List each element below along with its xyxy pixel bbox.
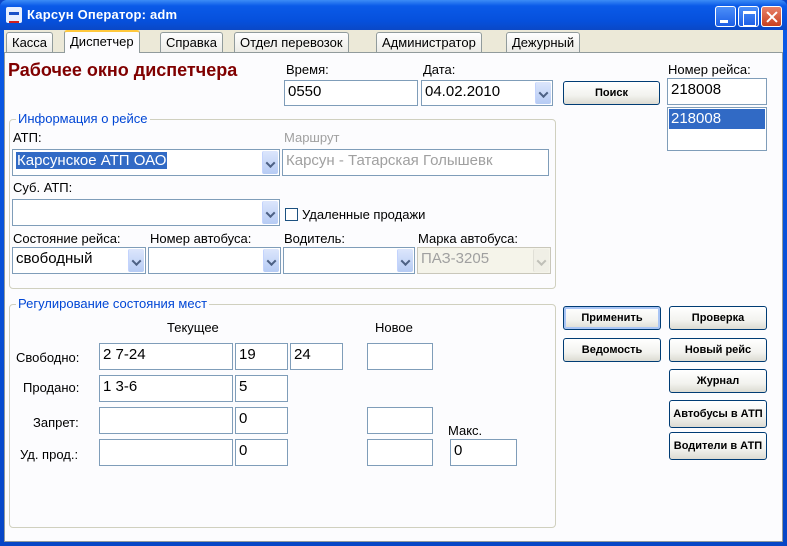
sold-label: Продано: — [23, 380, 80, 395]
banned-seats-list[interactable] — [99, 407, 233, 434]
bus-number-label: Номер автобуса: — [150, 231, 252, 246]
remote-seats-list[interactable] — [99, 439, 233, 466]
remote-seats-new[interactable] — [367, 439, 433, 466]
window-title: Карсун Оператор: adm — [27, 7, 178, 22]
title-bar[interactable]: Карсун Оператор: adm — [0, 0, 787, 30]
search-button[interactable]: Поиск — [563, 81, 660, 105]
dispatcher-tab-page: Рабочее окно диспетчера Время: 0550 Дата… — [4, 52, 783, 542]
remote-sales-label[interactable]: Удаленные продажи — [302, 207, 425, 222]
free-label: Свободно: — [16, 350, 80, 365]
bus-brand-label: Марка автобуса: — [418, 231, 518, 246]
chevron-down-icon — [533, 249, 549, 272]
sub-atp-select[interactable] — [12, 199, 280, 226]
seat-regulation-title: Регулирование состояния мест — [16, 296, 210, 311]
atp-value: Карсунское АТП ОАО — [16, 152, 168, 169]
new-trip-button[interactable]: Новый рейс — [669, 338, 767, 362]
trip-state-select[interactable]: свободный — [12, 247, 146, 274]
tab-admin[interactable]: Администратор — [376, 32, 482, 52]
remote-sales-checkbox[interactable] — [285, 208, 298, 221]
banned-seats-new[interactable] — [367, 407, 433, 434]
chevron-down-icon[interactable] — [535, 82, 551, 104]
tab-kassa[interactable]: Касса — [6, 32, 54, 52]
atp-select[interactable]: Карсунское АТП ОАО — [12, 149, 280, 176]
app-icon — [6, 7, 22, 23]
route-label: Маршрут — [284, 130, 340, 145]
trip-state-value: свободный — [16, 250, 93, 267]
journal-button[interactable]: Журнал — [669, 369, 767, 393]
date-picker[interactable]: 04.02.2010 — [421, 80, 553, 106]
bus-number-select[interactable] — [148, 247, 281, 274]
time-input[interactable]: 0550 — [284, 80, 418, 106]
chevron-down-icon[interactable] — [128, 249, 144, 272]
sold-seats-list[interactable]: 1 3-6 — [99, 375, 233, 402]
max-value-field[interactable]: 0 — [450, 439, 517, 466]
drivers-in-atp-button[interactable]: Водители в АТП — [669, 432, 767, 460]
bus-brand-value: ПАЗ-3205 — [421, 250, 490, 267]
max-label: Макс. — [448, 423, 483, 438]
chevron-down-icon[interactable] — [262, 151, 278, 174]
tab-duty[interactable]: Дежурный — [506, 32, 581, 52]
trip-number-label: Номер рейса: — [668, 62, 751, 77]
remote-sales-row-label: Уд. прод.: — [20, 447, 79, 462]
remote-seats-count[interactable]: 0 — [235, 439, 288, 466]
trip-info-title: Информация о рейсе — [16, 111, 150, 126]
new-column-label: Новое — [375, 320, 413, 335]
free-seats-new[interactable] — [367, 343, 433, 370]
time-label: Время: — [286, 62, 329, 77]
client-area: Касса Диспетчер Справка Отдел перевозок … — [4, 30, 783, 542]
trip-number-list[interactable]: 218008 — [667, 107, 767, 151]
driver-label: Водитель: — [284, 231, 346, 246]
page-title: Рабочее окно диспетчера — [8, 60, 238, 80]
minimize-button[interactable] — [715, 6, 736, 27]
app-window: Карсун Оператор: adm Касса Диспетчер Спр… — [0, 0, 787, 546]
tab-dispatcher[interactable]: Диспетчер — [64, 30, 140, 53]
tab-transport-dept[interactable]: Отдел перевозок — [234, 32, 349, 52]
statement-button[interactable]: Ведомость — [563, 338, 661, 362]
route-field: Карсун - Татарская Голышевк — [282, 149, 549, 176]
apply-button[interactable]: Применить — [563, 306, 661, 330]
free-seats-total[interactable]: 24 — [290, 343, 343, 370]
atp-label: АТП: — [13, 130, 42, 145]
close-button[interactable] — [761, 6, 782, 27]
chevron-down-icon[interactable] — [262, 201, 278, 224]
free-seats-list[interactable]: 2 7-24 — [99, 343, 233, 370]
free-seats-count[interactable]: 19 — [235, 343, 288, 370]
trip-number-input[interactable]: 218008 — [667, 78, 767, 105]
list-item[interactable]: 218008 — [669, 109, 765, 129]
sold-seats-count[interactable]: 5 — [235, 375, 288, 402]
buses-in-atp-button[interactable]: Автобусы в АТП — [669, 400, 767, 428]
banned-label: Запрет: — [33, 415, 79, 430]
tab-help[interactable]: Справка — [160, 32, 223, 52]
chevron-down-icon[interactable] — [263, 249, 279, 272]
bus-brand-select: ПАЗ-3205 — [417, 247, 551, 274]
driver-select[interactable] — [283, 247, 415, 274]
current-column-label: Текущее — [167, 320, 219, 335]
banned-seats-count[interactable]: 0 — [235, 407, 288, 434]
check-button[interactable]: Проверка — [669, 306, 767, 330]
chevron-down-icon[interactable] — [397, 249, 413, 272]
maximize-button[interactable] — [738, 6, 759, 27]
trip-state-label: Состояние рейса: — [13, 231, 121, 246]
sub-atp-label: Суб. АТП: — [13, 180, 73, 195]
date-label: Дата: — [423, 62, 456, 77]
date-value: 04.02.2010 — [425, 83, 501, 100]
